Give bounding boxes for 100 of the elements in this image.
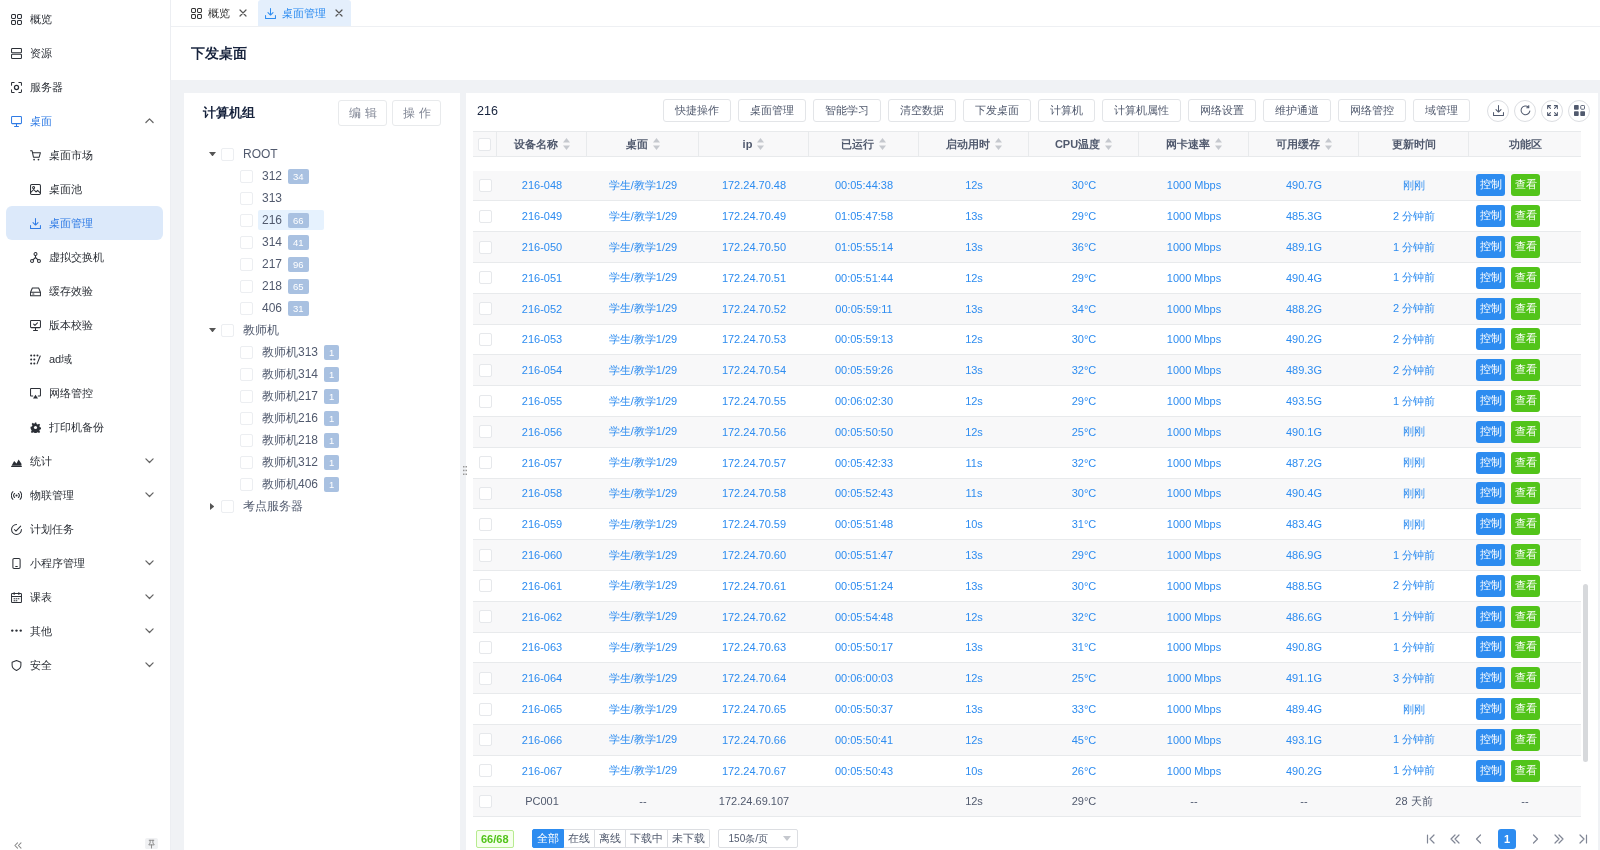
control-button[interactable]: 控制 [1476,482,1505,505]
last-page-icon[interactable] [1578,833,1588,844]
toolbar-button[interactable]: 快捷操作 [663,99,731,122]
tree-node[interactable]: 教师机313 1 [258,342,344,362]
sort-icon[interactable] [1105,138,1113,150]
checkbox[interactable] [478,271,492,285]
checkbox[interactable] [478,517,492,531]
checkbox[interactable] [478,764,492,778]
caret-down-icon[interactable] [208,151,216,157]
tab[interactable]: 概览 [184,0,255,26]
control-button[interactable]: 控制 [1476,698,1505,721]
column-header[interactable]: 启动用时 [919,132,1029,156]
sidebar-item[interactable]: 课表 [6,580,163,614]
first-page-icon[interactable] [1426,833,1436,844]
control-button[interactable]: 控制 [1476,174,1505,197]
sort-icon[interactable] [562,138,570,150]
filter-tab[interactable]: 在线 [563,829,595,849]
sidebar-item[interactable]: 物联管理 [6,478,163,512]
sidebar-item[interactable]: 打印机备份 [6,410,163,444]
checkbox[interactable] [478,332,492,346]
tree-node[interactable]: 217 96 [258,254,313,274]
control-button[interactable]: 控制 [1476,266,1505,289]
chevron-left-icon[interactable] [1474,833,1484,844]
layout-button[interactable] [1568,99,1590,122]
close-icon[interactable] [335,9,343,17]
column-header[interactable]: 网卡速率 [1139,132,1249,156]
checkbox[interactable] [478,579,492,593]
checkbox[interactable] [478,610,492,624]
tree-node[interactable]: ROOT [239,144,282,164]
control-button[interactable]: 控制 [1476,451,1505,474]
drag-handle-icon[interactable] [463,466,467,475]
control-button[interactable]: 控制 [1476,328,1505,351]
double-chevron-left-icon[interactable] [1450,833,1460,844]
toolbar-button[interactable]: 下发桌面 [963,99,1031,122]
tree-node[interactable]: 教师机314 1 [258,364,344,384]
sidebar-item[interactable]: 统计 [6,444,163,478]
panel-button[interactable]: 操作 [392,100,441,126]
checkbox[interactable] [478,394,492,408]
caret-down-icon[interactable] [208,327,216,333]
toolbar-button[interactable]: 智能学习 [813,99,881,122]
control-button[interactable]: 控制 [1476,359,1505,382]
checkbox[interactable] [478,733,492,747]
checkbox[interactable] [478,363,492,377]
control-button[interactable]: 控制 [1476,205,1505,228]
page-button[interactable]: 1 [1498,828,1516,849]
filter-tab[interactable]: 下载中 [625,829,668,849]
caret-right-icon[interactable] [209,502,215,510]
chevron-right-icon[interactable] [1530,833,1540,844]
sidebar-item[interactable]: 服务器 [6,70,163,104]
page-size-select[interactable]: 150条/页 [717,829,798,849]
sidebar-item[interactable]: 资源 [6,36,163,70]
tree-node[interactable]: 考点服务器 [239,496,307,516]
column-header[interactable]: 已运行 [809,132,919,156]
toolbar-button[interactable]: 计算机 [1038,99,1095,122]
column-header[interactable]: ip [699,132,809,156]
control-button[interactable]: 控制 [1476,574,1505,597]
tree-node[interactable]: 218 65 [258,276,313,296]
sidebar-item[interactable]: 桌面 [6,104,163,138]
tree-node[interactable]: 教师机406 1 [258,474,344,494]
control-button[interactable]: 控制 [1476,236,1505,259]
tree-node[interactable]: 312 34 [258,166,313,186]
checkbox[interactable] [478,137,491,151]
tree-node[interactable]: 教师机217 1 [258,386,344,406]
sort-icon[interactable] [757,138,765,150]
sort-icon[interactable] [1324,138,1332,150]
sidebar-item[interactable]: 计划任务 [6,512,163,546]
sidebar-item[interactable]: ad域 [6,342,163,376]
tree-node[interactable]: 教师机 [239,320,283,340]
sidebar-item[interactable]: 缓存效验 [6,274,163,308]
checkbox[interactable] [478,302,492,316]
control-button[interactable]: 控制 [1476,390,1505,413]
fullscreen-button[interactable] [1541,99,1563,122]
column-header[interactable]: CPU温度 [1029,132,1139,156]
control-button[interactable]: 控制 [1476,513,1505,536]
close-icon[interactable] [239,9,247,17]
column-header[interactable]: 桌面 [587,132,699,156]
control-button[interactable]: 控制 [1476,728,1505,751]
checkbox[interactable] [478,794,492,808]
tree-node[interactable]: 教师机216 1 [258,408,344,428]
scrollbar-thumb[interactable] [1583,584,1588,762]
panel-button[interactable]: 编辑 [338,100,387,126]
sidebar-item[interactable]: 桌面池 [6,172,163,206]
filter-tab[interactable]: 未下载 [667,829,710,849]
sidebar-item[interactable]: 桌面市场 [6,138,163,172]
checkbox[interactable] [478,425,492,439]
checkbox[interactable] [478,548,492,562]
double-chevron-right-icon[interactable] [1554,833,1564,844]
toolbar-button[interactable]: 维护通道 [1263,99,1331,122]
control-button[interactable]: 控制 [1476,759,1505,782]
double-chevron-left-icon[interactable] [13,842,22,849]
sidebar-item[interactable]: 概览 [6,2,163,36]
checkbox[interactable] [478,179,492,192]
checkbox[interactable] [478,209,492,223]
control-button[interactable]: 控制 [1476,605,1505,628]
checkbox[interactable] [478,640,492,654]
sort-icon[interactable] [652,138,660,150]
tree-node[interactable]: 313 [258,188,287,208]
sidebar-item[interactable]: 虚拟交换机 [6,240,163,274]
checkbox[interactable] [478,456,492,470]
tree-node[interactable]: 406 31 [258,298,313,318]
